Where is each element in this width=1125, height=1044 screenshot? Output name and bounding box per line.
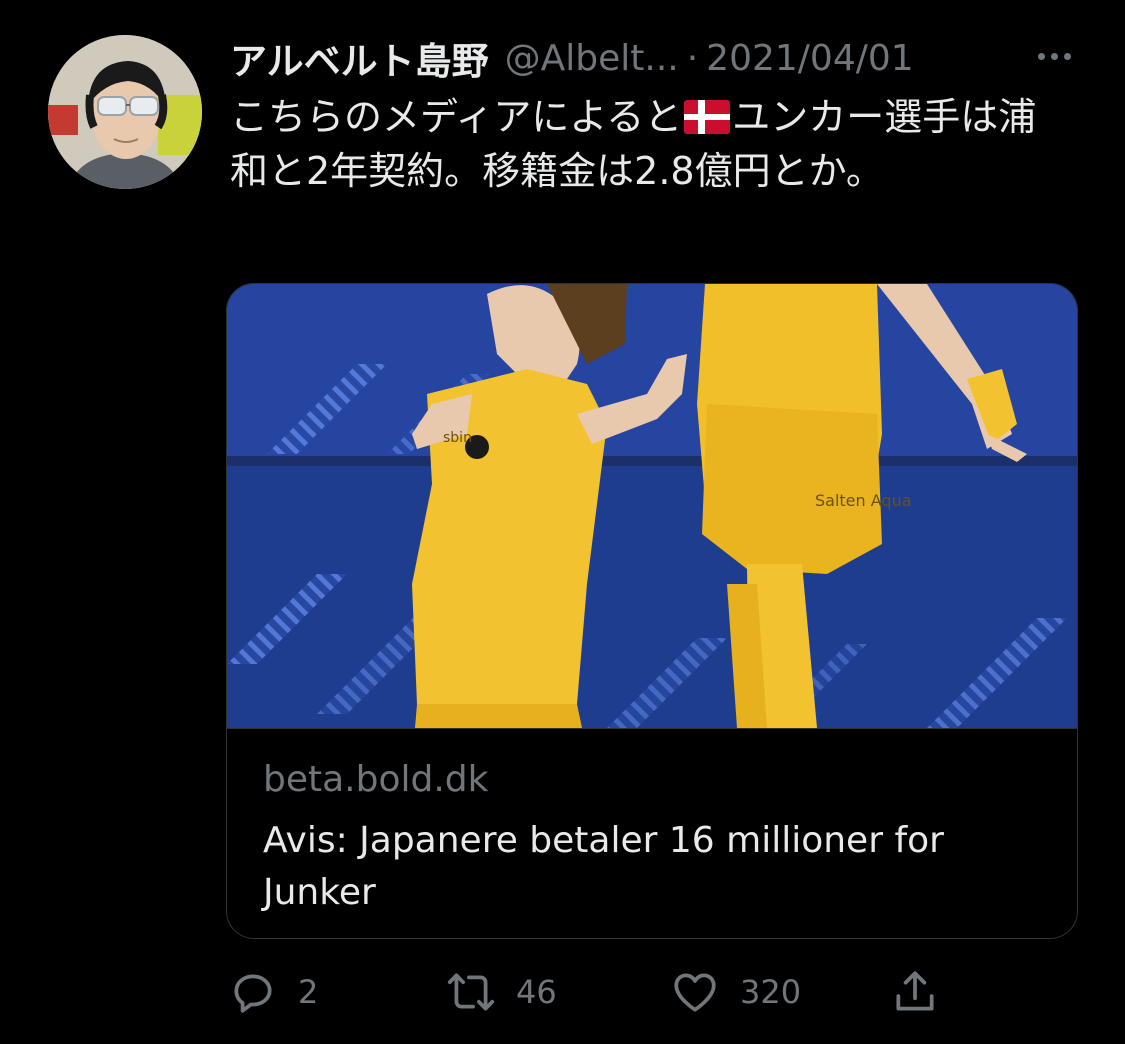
author-display-name[interactable]: アルベルト島野: [230, 31, 489, 85]
tweet-text-part1: こちらのメディアによると: [230, 95, 683, 139]
tweet: アルベルト島野 @Albelt... · 2021/04/01 こちらのメディア…: [0, 0, 1125, 1044]
retweet-button[interactable]: 46: [446, 960, 557, 1024]
card-image: Salten Aqua sbin: [227, 284, 1077, 728]
author-avatar[interactable]: [48, 35, 202, 189]
card-meta: beta.bold.dk Avis: Japanere betaler 16 m…: [227, 728, 1077, 938]
more-horizontal-icon-dot: [1063, 52, 1071, 60]
like-button[interactable]: 320: [670, 960, 801, 1024]
reply-count: 2: [298, 973, 319, 1011]
more-options-button[interactable]: [1026, 32, 1082, 80]
link-preview-card[interactable]: Salten Aqua sbin beta.bold.dk Avis: Japa…: [226, 283, 1078, 939]
football-player-photo-icon: Salten Aqua sbin: [227, 284, 1077, 728]
author-handle[interactable]: @Albelt...: [505, 38, 679, 79]
like-count: 320: [740, 973, 802, 1011]
heart-icon: [674, 973, 716, 1012]
svg-text:sbin: sbin: [443, 430, 472, 446]
header-separator: ·: [686, 37, 699, 79]
card-domain: beta.bold.dk: [263, 759, 489, 800]
denmark-flag-emoji: [684, 100, 731, 134]
tweet-header: アルベルト島野 @Albelt... · 2021/04/01: [230, 30, 1080, 86]
share-icon: [896, 971, 934, 1011]
reply-button[interactable]: 2: [228, 960, 318, 1024]
more-horizontal-icon-dot: [1050, 52, 1058, 60]
tweet-date[interactable]: 2021/04/01: [706, 38, 914, 79]
retweet-icon: [447, 973, 495, 1011]
svg-text:Salten Aqua: Salten Aqua: [815, 491, 912, 510]
user-avatar-icon: [48, 35, 202, 189]
tweet-text: こちらのメディアによると ユンカー選手は浦和と2年契約。移籍金は2.8億円とか。: [230, 90, 1060, 198]
more-horizontal-icon: [1037, 52, 1045, 60]
tweet-actions: 2 46 320: [226, 960, 1076, 1024]
retweet-count: 46: [516, 973, 557, 1011]
reply-icon: [234, 974, 272, 1013]
share-button[interactable]: [890, 960, 940, 1024]
card-title: Avis: Japanere betaler 16 millioner for …: [263, 820, 944, 913]
